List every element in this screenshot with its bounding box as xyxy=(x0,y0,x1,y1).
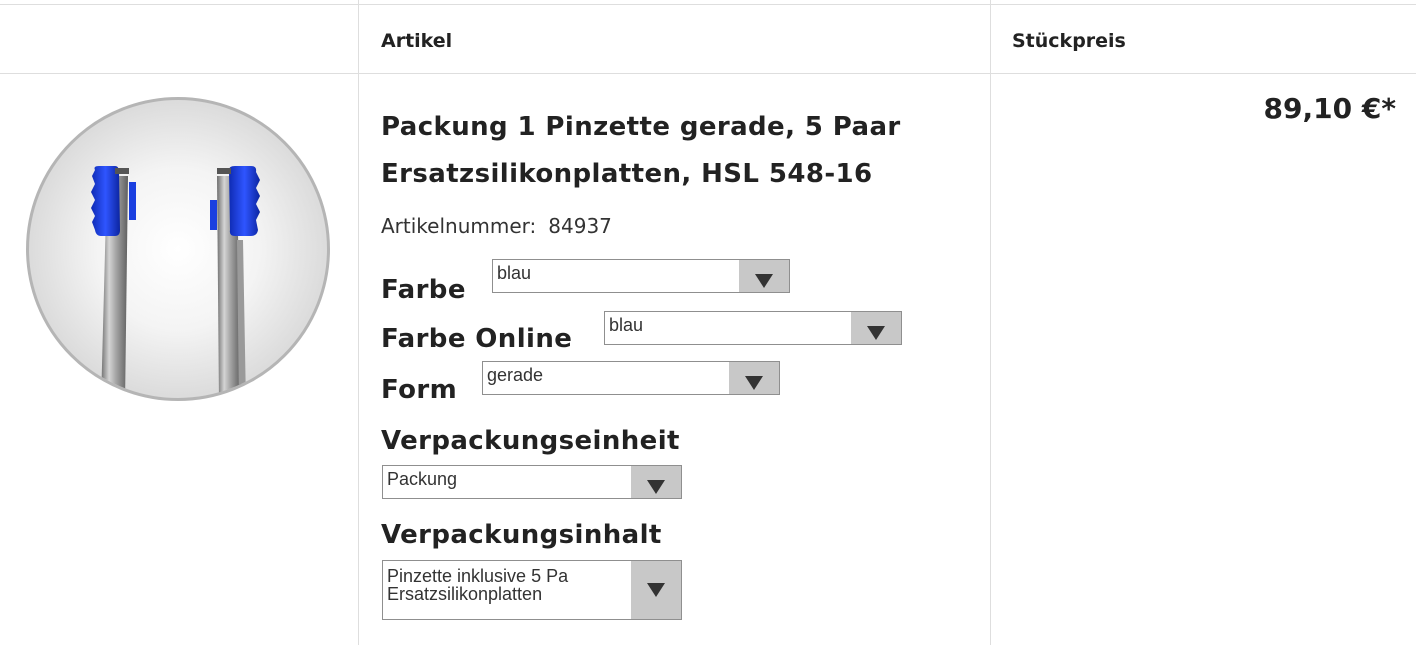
farbe-online-select-value: blau xyxy=(609,315,644,335)
option-label-verpackungseinheit: Verpackungseinheit xyxy=(381,426,680,456)
option-label-verpackungsinhalt: Verpackungsinhalt xyxy=(381,520,662,550)
unit-price: 89,10 €* xyxy=(1263,92,1396,125)
article-number-value: 84937 xyxy=(548,214,612,238)
farbe-select-value: blau xyxy=(497,263,532,283)
column-header-article: Artikel xyxy=(381,30,453,52)
article-number-label: Artikelnummer: xyxy=(381,214,537,238)
column-divider-1 xyxy=(358,0,359,645)
form-select[interactable]: gerade xyxy=(482,361,780,395)
form-select-value: gerade xyxy=(487,365,544,385)
form-dropdown-button[interactable] xyxy=(729,362,779,394)
article-number-row: Artikelnummer: 84937 xyxy=(381,214,612,238)
triangle-down-icon xyxy=(745,376,763,390)
verpackungsinhalt-dropdown-button[interactable] xyxy=(631,561,681,619)
column-header-unit-price: Stückpreis xyxy=(1012,30,1126,52)
header-row-top-border xyxy=(0,4,1416,5)
tweezers-illustration xyxy=(91,166,260,398)
triangle-down-icon xyxy=(647,583,665,597)
verpackungsinhalt-select-value: Pinzette inklusive 5 Pa Ersatzsilikonpla… xyxy=(387,566,569,604)
column-divider-2 xyxy=(990,0,991,645)
product-title-line-1: Packung 1 Pinzette gerade, 5 Paar xyxy=(381,112,901,142)
header-row-bottom-border xyxy=(0,73,1416,74)
verpackungsinhalt-select[interactable]: Pinzette inklusive 5 Pa Ersatzsilikonpla… xyxy=(382,560,682,620)
farbe-select[interactable]: blau xyxy=(492,259,790,293)
farbe-dropdown-button[interactable] xyxy=(739,260,789,292)
product-image[interactable] xyxy=(26,97,330,401)
farbe-online-select[interactable]: blau xyxy=(604,311,902,345)
option-label-form: Form xyxy=(381,375,458,405)
verpackungseinheit-select-value: Packung xyxy=(387,469,458,489)
option-label-farbe: Farbe xyxy=(381,275,466,305)
verpackungseinheit-select[interactable]: Packung xyxy=(382,465,682,499)
triangle-down-icon xyxy=(647,480,665,494)
triangle-down-icon xyxy=(867,326,885,340)
product-title[interactable]: Packung 1 Pinzette gerade, 5 Paar Ersatz… xyxy=(381,104,981,198)
option-label-farbe-online: Farbe Online xyxy=(381,324,573,354)
triangle-down-icon xyxy=(755,274,773,288)
product-title-line-2: Ersatzsilikonplatten, HSL 548-16 xyxy=(381,159,873,189)
verpackungseinheit-dropdown-button[interactable] xyxy=(631,466,681,498)
farbe-online-dropdown-button[interactable] xyxy=(851,312,901,344)
